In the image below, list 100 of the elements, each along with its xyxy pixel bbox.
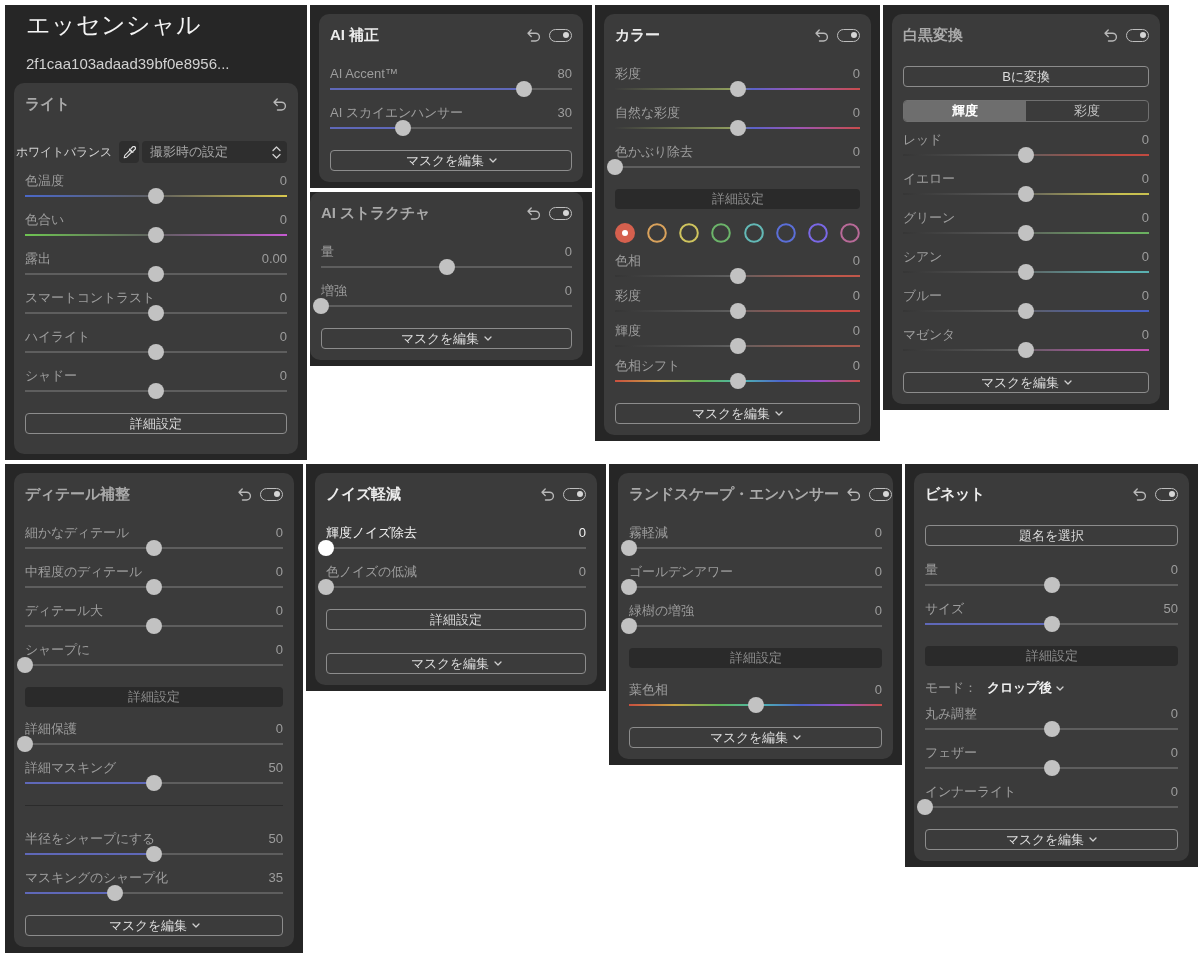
dropdown-button[interactable]: マスクを編集	[629, 727, 882, 748]
slider-thumb[interactable]	[621, 618, 637, 634]
segment-option[interactable]: 彩度	[1026, 101, 1148, 121]
slider-thumb[interactable]	[1018, 342, 1034, 358]
undo-icon[interactable]	[273, 97, 287, 111]
slider-thumb[interactable]	[729, 120, 746, 136]
dropdown-button[interactable]: マスクを編集	[615, 403, 860, 424]
panel-button[interactable]: 題名を選択	[925, 525, 1178, 546]
slider-thumb[interactable]	[1018, 147, 1034, 163]
panel-title: ノイズ軽減	[326, 484, 401, 504]
undo-icon[interactable]	[527, 206, 541, 220]
slider-thumb[interactable]	[607, 159, 623, 175]
section-header[interactable]: 詳細設定	[629, 648, 882, 668]
dropdown-button[interactable]: マスクを編集	[25, 915, 283, 936]
slider-thumb[interactable]	[917, 799, 933, 815]
color-swatch-icon[interactable]	[711, 223, 732, 243]
slider-thumb[interactable]	[515, 81, 532, 97]
slider-label: 霧軽減	[629, 525, 668, 540]
slider-thumb[interactable]	[148, 188, 164, 204]
slider-thumb[interactable]	[729, 303, 746, 319]
panel-button[interactable]: 詳細設定	[25, 413, 287, 434]
undo-icon[interactable]	[1133, 487, 1147, 501]
slider-thumb[interactable]	[1043, 721, 1060, 737]
slider-value: 0	[874, 525, 882, 540]
dropdown-button[interactable]: マスクを編集	[326, 653, 586, 674]
slider-thumb[interactable]	[1018, 225, 1034, 241]
slider-thumb[interactable]	[729, 268, 746, 284]
slider-thumb[interactable]	[146, 846, 162, 862]
undo-icon[interactable]	[1104, 28, 1118, 42]
undo-icon[interactable]	[541, 487, 555, 501]
section-header[interactable]: 詳細設定	[615, 189, 860, 209]
slider-value: 0	[275, 603, 283, 618]
slider-thumb[interactable]	[1043, 760, 1060, 776]
color-swatch-icon[interactable]	[807, 223, 828, 243]
undo-icon[interactable]	[847, 487, 861, 501]
panel-button[interactable]: Bに変換	[903, 66, 1149, 87]
panel-title: AI ストラクチャ	[321, 203, 431, 223]
slider-thumb[interactable]	[148, 305, 164, 321]
undo-icon[interactable]	[238, 487, 252, 501]
dropdown-button[interactable]: マスクを編集	[903, 372, 1149, 393]
eyedropper-button[interactable]	[119, 141, 139, 163]
slider-thumb[interactable]	[146, 579, 162, 595]
section-header[interactable]: 詳細設定	[925, 646, 1178, 666]
color-swatch-icon[interactable]	[775, 223, 796, 243]
slider-value: 0	[275, 642, 283, 657]
slider-label: 輝度ノイズ除去	[326, 525, 417, 540]
slider-thumb[interactable]	[1018, 186, 1034, 202]
undo-icon[interactable]	[815, 28, 829, 42]
mode-dropdown[interactable]: クロップ後	[987, 679, 1064, 697]
slider-thumb[interactable]	[621, 540, 637, 556]
slider-value: 0	[1170, 706, 1178, 721]
slider-value: 50	[268, 760, 283, 775]
slider-thumb[interactable]	[148, 266, 164, 282]
color-swatch-icon[interactable]	[679, 223, 700, 243]
panel-button[interactable]: 詳細設定	[326, 609, 586, 630]
slider-label: AI Accent™	[330, 66, 398, 81]
slider-thumb[interactable]	[1043, 616, 1060, 632]
slider-label: フェザー	[925, 745, 977, 760]
slider-thumb[interactable]	[729, 81, 746, 97]
chevron-down-icon	[191, 923, 200, 928]
color-swatch-icon[interactable]	[743, 223, 764, 243]
slider-thumb[interactable]	[438, 259, 455, 275]
slider-thumb[interactable]	[394, 120, 411, 136]
chevron-down-icon	[484, 336, 492, 341]
slider-thumb[interactable]	[17, 736, 33, 752]
slider-thumb[interactable]	[146, 618, 162, 634]
slider-thumb[interactable]	[318, 579, 334, 595]
slider-thumb[interactable]	[313, 298, 329, 314]
slider-value: 80	[557, 66, 572, 81]
dropdown-button[interactable]: マスクを編集	[321, 328, 572, 349]
preset-dropdown[interactable]: 撮影時の設定	[142, 141, 287, 163]
slider-thumb[interactable]	[621, 579, 637, 595]
slider-thumb[interactable]	[146, 775, 162, 791]
color-swatch-icon[interactable]	[840, 223, 860, 243]
segment-option[interactable]: 輝度	[904, 101, 1026, 121]
undo-icon[interactable]	[527, 28, 541, 42]
panel-title: カラー	[615, 25, 660, 45]
slider-label: 自然な彩度	[615, 105, 680, 120]
slider-thumb[interactable]	[729, 338, 746, 354]
dropdown-button[interactable]: マスクを編集	[925, 829, 1178, 850]
section-header[interactable]: 詳細設定	[25, 687, 283, 707]
slider-thumb[interactable]	[148, 344, 164, 360]
slider-thumb[interactable]	[318, 540, 334, 556]
slider-value: 0	[279, 173, 287, 188]
slider-thumb[interactable]	[1043, 577, 1060, 593]
slider-thumb[interactable]	[148, 227, 164, 243]
slider-label: 色かぶり除去	[615, 144, 693, 159]
slider-thumb[interactable]	[747, 697, 764, 713]
slider-thumb[interactable]	[729, 373, 746, 389]
panel-title: ランドスケープ・エンハンサー	[629, 484, 839, 504]
color-swatch-icon[interactable]	[615, 223, 635, 243]
slider-thumb[interactable]	[17, 657, 33, 673]
dropdown-button[interactable]: マスクを編集	[330, 150, 572, 171]
color-swatch-icon[interactable]	[647, 223, 668, 243]
slider-thumb[interactable]	[1018, 264, 1034, 280]
slider-thumb[interactable]	[107, 885, 124, 901]
slider-thumb[interactable]	[1018, 303, 1034, 319]
slider-value: 0	[852, 253, 860, 268]
slider-thumb[interactable]	[148, 383, 164, 399]
slider-thumb[interactable]	[146, 540, 162, 556]
